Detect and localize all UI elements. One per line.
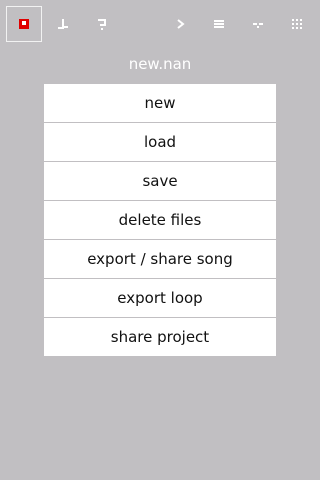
project-menu: new load save delete files export / shar…	[44, 84, 276, 357]
play-icon	[177, 19, 185, 29]
delete-files-button[interactable]: delete files	[44, 201, 276, 239]
new-button[interactable]: new	[44, 84, 276, 122]
project-tab[interactable]	[6, 6, 42, 42]
grid-tab[interactable]	[279, 6, 315, 42]
export-loop-button[interactable]: export loop	[44, 279, 276, 317]
save-button[interactable]: save	[44, 162, 276, 200]
play-tab[interactable]	[162, 6, 198, 42]
grid-icon	[292, 19, 302, 29]
export-share-song-button[interactable]: export / share song	[44, 240, 276, 278]
pattern-tab[interactable]	[45, 6, 81, 42]
help-tab[interactable]	[84, 6, 120, 42]
dash-icon	[253, 23, 263, 28]
project-icon	[19, 19, 29, 29]
load-button[interactable]: load	[44, 123, 276, 161]
menu-icon	[214, 20, 224, 28]
mixer-tab[interactable]	[240, 6, 276, 42]
project-title: new.nan	[128, 55, 192, 73]
list-tab[interactable]	[201, 6, 237, 42]
question-icon	[98, 19, 106, 30]
pattern-icon	[58, 19, 68, 29]
toolbar	[0, 0, 320, 48]
share-project-button[interactable]: share project	[44, 318, 276, 356]
